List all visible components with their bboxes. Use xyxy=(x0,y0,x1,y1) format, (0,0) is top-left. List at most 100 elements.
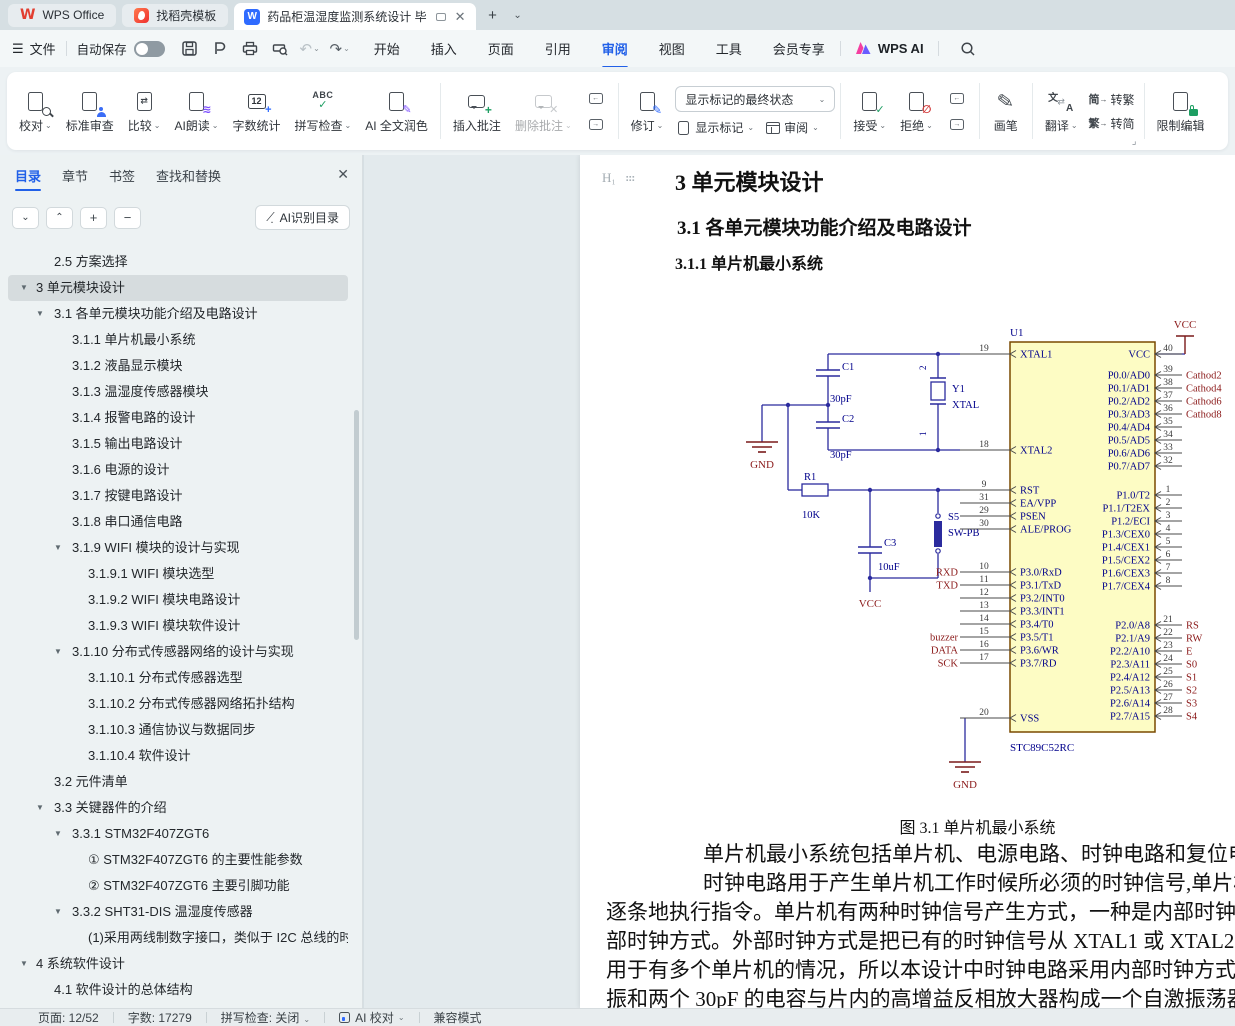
menu-page[interactable]: 页面 xyxy=(487,35,515,62)
previous-change-button[interactable]: ← xyxy=(945,88,969,109)
to-simplified-button[interactable]: 繁 → 转简 xyxy=(1089,115,1135,132)
toc-item[interactable]: 3.1.7 按键电路设计 xyxy=(8,483,348,509)
drag-handle-icon[interactable]: ⠿ xyxy=(622,174,635,182)
toc-item[interactable]: 3.1.1 单片机最小系统 xyxy=(8,327,348,353)
schematic-figure[interactable]: U1 STC89C52RC C1 30pF C2 30pF Y1 XTAL 2 … xyxy=(720,310,1235,805)
heading-handle[interactable]: H₁ ⠿ xyxy=(602,170,635,186)
spellcheck-status[interactable]: 拼写检查: 关闭 ⌄ xyxy=(221,1009,310,1026)
autosave-toggle[interactable] xyxy=(133,40,165,57)
expand-arrow-icon[interactable]: ▼ xyxy=(54,535,72,561)
toc-item[interactable]: 3.1.9.1 WIFI 模块选型 xyxy=(8,561,348,587)
sidebar-tab-find-replace[interactable]: 查找和替换 xyxy=(156,166,221,189)
expand-arrow-icon[interactable]: ▼ xyxy=(36,301,54,327)
toc-item[interactable]: ▼ 3.3.2 SHT31-DIS 温湿度传感器 xyxy=(8,899,348,925)
show-markup-button[interactable]: 显示标记 ⌄ xyxy=(675,119,754,136)
toc-item[interactable]: 3.1.9.3 WIFI 模块软件设计 xyxy=(8,613,348,639)
expand-arrow-icon[interactable]: ▼ xyxy=(54,899,72,925)
ink-pen-button[interactable]: ✎ 画笔 xyxy=(985,79,1027,143)
expand-arrow-icon[interactable]: ▼ xyxy=(20,275,36,301)
redo-button[interactable]: ↷ ⌄ xyxy=(327,37,353,61)
toc-item[interactable]: 3.1.2 液晶显示模块 xyxy=(8,353,348,379)
accept-button[interactable]: ✓ 接受 ⌄ xyxy=(846,79,893,143)
tab-list-button[interactable]: ⌄ xyxy=(510,4,526,26)
toc-item[interactable]: 3.1.8 串口通信电路 xyxy=(8,509,348,535)
sidebar-scrollbar-thumb[interactable] xyxy=(354,410,359,640)
toc-item[interactable]: ② STM32F407ZGT6 主要引脚功能 xyxy=(8,873,348,899)
toc-item[interactable]: 3.1.6 电源的设计 xyxy=(8,457,348,483)
track-changes-button[interactable]: ✎ 修订 ⌄ xyxy=(624,79,671,143)
expand-arrow-icon[interactable]: ▼ xyxy=(54,821,72,847)
toc-item[interactable]: 3.1.10.3 通信协议与数据同步 xyxy=(8,717,348,743)
menu-home[interactable]: 开始 xyxy=(373,35,401,62)
menu-review[interactable]: 审阅 xyxy=(601,35,629,62)
toc-item[interactable]: ▼ 3.1.10 分布式传感器网络的设计与实现 xyxy=(8,639,348,665)
print-button[interactable] xyxy=(237,37,263,61)
expand-arrow-icon[interactable]: ▼ xyxy=(20,951,36,977)
translate-button[interactable]: 文 ⇄ A 翻译 ⌄ xyxy=(1038,79,1085,143)
close-sidebar-icon[interactable]: ✕ xyxy=(337,166,349,183)
menu-insert[interactable]: 插入 xyxy=(430,35,458,62)
toc-item[interactable]: 2.5 方案选择 xyxy=(8,249,348,275)
close-tab-icon[interactable]: ✕ xyxy=(455,9,466,25)
toc-item[interactable]: 3.2 元件清单 xyxy=(8,769,348,795)
document-page[interactable]: H₁ ⠿ 3 单元模块设计 3.1 各单元模块功能介绍及电路设计 3.1.1 单… xyxy=(580,155,1235,1008)
popout-window-icon[interactable] xyxy=(435,12,446,21)
toc-item[interactable]: ① STM32F407ZGT6 的主要性能参数 xyxy=(8,847,348,873)
toc-item[interactable]: (1)采用两线制数字接口，类似于 I2C 总线的时 ... xyxy=(8,925,348,951)
toc-previous-heading-button[interactable]: ⌃ xyxy=(46,206,73,229)
undo-button[interactable]: ↶ ⌄ xyxy=(297,37,323,61)
expand-arrow-icon[interactable]: ▼ xyxy=(54,639,72,665)
print-preview-button[interactable] xyxy=(267,37,293,61)
toc-item[interactable]: 4.1 软件设计的总体结构 xyxy=(8,977,348,1003)
delete-comment-button[interactable]: ✕ 删除批注 ⌄ xyxy=(508,79,579,143)
markup-state-select[interactable]: 显示标记的最终状态 ⌄ xyxy=(675,86,836,112)
toc-item[interactable]: 3.1.10.1 分布式传感器选型 xyxy=(8,665,348,691)
sidebar-tab-contents[interactable]: 目录 xyxy=(15,166,42,191)
review-pane-button[interactable]: 审阅 ⌄ xyxy=(766,119,819,136)
ai-detect-toc-button[interactable]: ⟋̣ AI识别目录 xyxy=(255,205,350,230)
toc-item[interactable]: 3.1.9.2 WIFI 模块电路设计 xyxy=(8,587,348,613)
to-traditional-button[interactable]: 简 → 转繁 xyxy=(1089,91,1135,108)
save-button[interactable] xyxy=(177,37,203,61)
previous-comment-button[interactable]: ← xyxy=(584,88,608,109)
menu-tools[interactable]: 工具 xyxy=(715,35,743,62)
toc-collapse-button[interactable]: − xyxy=(114,206,141,229)
tab-current-document[interactable]: W 药品柜温湿度监测系统设计 毕 ✕ xyxy=(234,3,476,30)
next-change-button[interactable]: → xyxy=(945,114,969,135)
next-comment-button[interactable]: → xyxy=(584,114,608,135)
toc-item[interactable]: ▼ 3.1.9 WIFI 模块的设计与实现 xyxy=(8,535,348,561)
compatibility-mode-badge[interactable]: 兼容模式 xyxy=(434,1009,482,1026)
toc-item[interactable]: ▼ 3.1 各单元模块功能介绍及电路设计 xyxy=(8,301,348,327)
expand-arrow-icon[interactable]: ▼ xyxy=(36,795,54,821)
restrict-editing-button[interactable]: 限制编辑 xyxy=(1150,79,1212,143)
toc-item[interactable]: ▼ 3.3 关键器件的介绍 xyxy=(8,795,348,821)
toc-item[interactable]: ▼ 4 系统软件设计 xyxy=(8,951,348,977)
menu-view[interactable]: 视图 xyxy=(658,35,686,62)
sidebar-tab-chapters[interactable]: 章节 xyxy=(62,166,88,189)
toc-item[interactable]: 3.1.10.2 分布式传感器网络拓扑结构 xyxy=(8,691,348,717)
new-tab-button[interactable]: + xyxy=(482,4,504,26)
group-expand-icon[interactable]: ⌟ xyxy=(1132,136,1137,147)
word-count-button[interactable]: 12 + 字数统计 xyxy=(226,79,288,143)
menu-reference[interactable]: 引用 xyxy=(544,35,572,62)
toc-next-heading-button[interactable]: ⌄ xyxy=(12,206,39,229)
toc-item[interactable]: 3.1.10.4 软件设计 xyxy=(8,743,348,769)
toc-expand-button[interactable]: + xyxy=(80,206,107,229)
proofread-button[interactable]: 校对 ⌄ xyxy=(12,79,59,143)
search-button[interactable] xyxy=(955,37,981,61)
tab-docer-templates[interactable]: 找稻壳模板 xyxy=(122,3,229,27)
standard-review-button[interactable]: 标准审查 xyxy=(59,79,121,143)
tab-wps-office[interactable]: W WPS Office xyxy=(8,3,117,27)
ai-read-button[interactable]: ≋ AI朗读 ⌄ xyxy=(167,79,225,143)
toc-item[interactable]: 3.1.4 报警电路的设计 xyxy=(8,405,348,431)
spell-check-button[interactable]: ABC ✓ 拼写检查 ⌄ xyxy=(288,79,359,143)
compare-button[interactable]: ⇄ 比较 ⌄ xyxy=(121,79,168,143)
reject-button[interactable]: ∅ 拒绝 ⌄ xyxy=(893,79,940,143)
toc-item[interactable]: ▼ 3 单元模块设计 xyxy=(8,275,348,301)
toc-item[interactable]: 3.1.5 输出电路设计 xyxy=(8,431,348,457)
export-pdf-button[interactable] xyxy=(207,37,233,61)
toc-item[interactable]: 3.1.3 温湿度传感器模块 xyxy=(8,379,348,405)
toc-item[interactable]: ▼ 3.3.1 STM32F407ZGT6 xyxy=(8,821,348,847)
ai-proofread-status[interactable]: AI 校对 ⌄ xyxy=(339,1009,405,1026)
sidebar-tab-bookmarks[interactable]: 书签 xyxy=(109,166,135,189)
